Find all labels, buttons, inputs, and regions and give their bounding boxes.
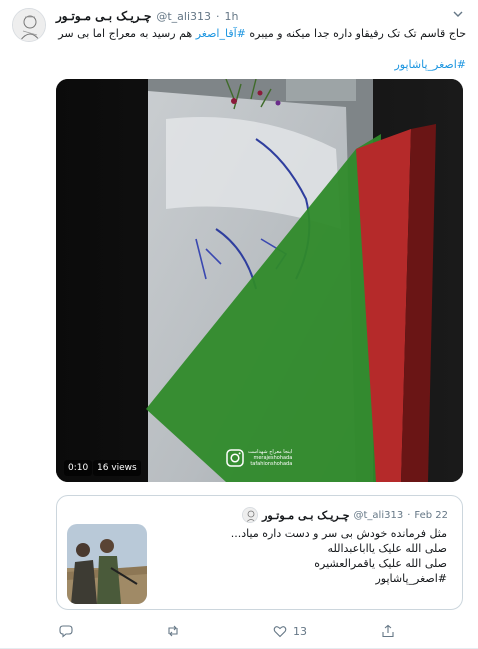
tweet-header: چـریـک بـی مـوتـور @t_ali313 · 1h	[56, 7, 239, 25]
quoted-date: Feb 22	[414, 509, 448, 521]
like-count: 13	[293, 624, 307, 638]
reply-icon	[59, 625, 73, 638]
retweet-button[interactable]	[166, 624, 180, 638]
quoted-tweet[interactable]: چـریـک بـی مـوتـور @t_ali313 · Feb 22 مث…	[56, 495, 463, 610]
quoted-separator-dot: ·	[407, 509, 411, 521]
heart-icon	[273, 626, 287, 638]
instagram-icon	[226, 449, 244, 467]
hashtag-link[interactable]: #آقا_اصغر	[196, 27, 246, 40]
video-frame	[56, 79, 463, 482]
quoted-photo	[67, 524, 147, 604]
quoted-line-4: #اصغر_پاشاپور	[375, 572, 447, 585]
separator-dot: ·	[216, 9, 220, 23]
tweet[interactable]: چـریـک بـی مـوتـور @t_ali313 · 1h حاج قا…	[0, 0, 478, 649]
retweet-icon	[168, 625, 178, 637]
quoted-display-name: چـریـک بـی مـوتـور	[262, 508, 350, 522]
like-button[interactable]: 13	[273, 624, 307, 638]
avatar-drawing	[13, 9, 45, 41]
avatar[interactable]	[12, 8, 46, 42]
tweet-text-part2: هم رسید به معراج اما بی سر	[58, 27, 196, 40]
video-watermark: اینجا معراج شهداست merajeshohada tafahio…	[226, 449, 292, 467]
tweet-text: حاج قاسم تک تک رفیقاو داره جدا میکنه و م…	[56, 27, 466, 41]
tweet-text-part1: حاج قاسم تک تک رفیقاو داره جدا میکنه و م…	[245, 27, 466, 40]
hashtag-link-2[interactable]: #اصغر_پاشاپور	[56, 58, 466, 71]
quoted-line-2: صلی الله علیک یااباعبدالله	[327, 542, 447, 555]
video-player[interactable]: اینجا معراج شهداست merajeshohada tafahio…	[56, 79, 463, 482]
display-name[interactable]: چـریـک بـی مـوتـور	[56, 9, 151, 23]
quoted-handle: @t_ali313	[353, 509, 404, 521]
quoted-tweet-header: چـریـک بـی مـوتـور @t_ali313 · Feb 22	[242, 507, 448, 523]
video-elapsed-badge: 0:10	[64, 460, 93, 476]
reply-button[interactable]	[59, 624, 73, 638]
user-handle[interactable]: @t_ali313	[156, 10, 211, 23]
tweet-time[interactable]: 1h	[225, 10, 239, 23]
quoted-thumbnail	[67, 524, 147, 604]
tweet-menu-button[interactable]	[450, 6, 466, 20]
quoted-line-1: مثل فرمانده خودش بی سر و دست داره میاد..…	[230, 527, 447, 540]
watermark-text: اینجا معراج شهداست merajeshohada tafahio…	[248, 449, 292, 467]
tweet-actions: 13	[56, 624, 456, 642]
quoted-line-3: صلی الله علیک یاقمرالعشیره	[314, 557, 447, 570]
chevron-down-icon	[453, 11, 463, 17]
share-icon	[382, 624, 394, 638]
share-button[interactable]	[381, 624, 395, 638]
quoted-avatar-drawing	[243, 508, 258, 522]
video-views-badge: 16 views	[93, 460, 141, 476]
quoted-tweet-text: مثل فرمانده خودش بی سر و دست داره میاد..…	[153, 526, 447, 586]
quoted-avatar	[242, 507, 259, 523]
watermark-line3: tafahionshohada	[250, 461, 293, 467]
